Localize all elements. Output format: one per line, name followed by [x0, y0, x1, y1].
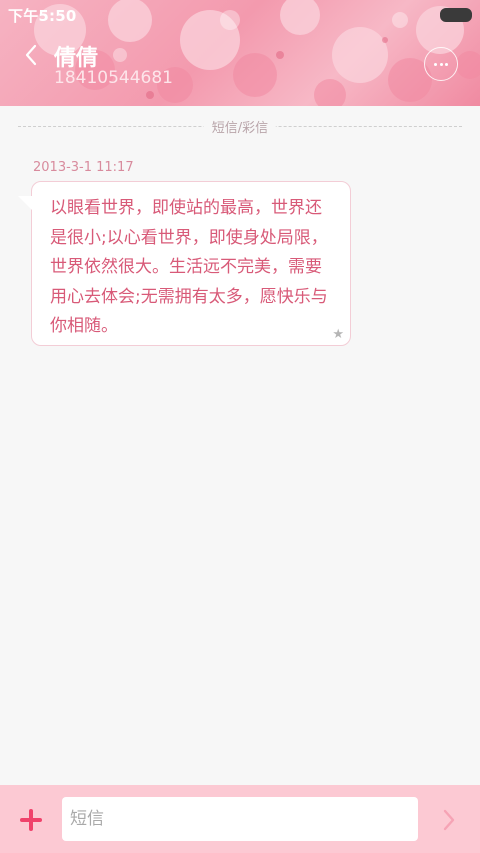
bubble-tail [18, 196, 32, 210]
composer-bar [0, 785, 480, 853]
message-input[interactable] [62, 797, 418, 841]
battery-icon [440, 8, 472, 22]
chevron-right-icon [443, 809, 455, 831]
message-bubble[interactable]: 以眼看世界，即使站的最高，世界还是很小;以心看世界，即使身处局限，世界依然很大。… [31, 181, 351, 346]
chevron-left-icon [25, 44, 37, 66]
more-button[interactable] [424, 47, 458, 81]
back-button[interactable] [20, 42, 44, 68]
add-attachment-button[interactable] [18, 807, 44, 833]
contact-number: 18410544681 [54, 68, 173, 88]
sms-conversation-screen: 下午5:50 倩倩 18410544681 短信/彩信 2013-3-1 11:… [0, 0, 480, 853]
more-icon [439, 63, 443, 66]
star-icon[interactable]: ★ [332, 327, 344, 342]
more-icon [434, 63, 437, 66]
more-icon [445, 63, 448, 66]
send-button[interactable] [440, 807, 458, 833]
status-bar-time: 下午5:50 [8, 7, 77, 25]
message-text: 以眼看世界，即使站的最高，世界还是很小;以心看世界，即使身处局限，世界依然很大。… [50, 198, 328, 336]
thread-type-label: 短信/彩信 [203, 117, 277, 136]
conversation-header: 下午5:50 倩倩 18410544681 [0, 0, 480, 106]
message-timestamp: 2013-3-1 11:17 [33, 160, 134, 175]
